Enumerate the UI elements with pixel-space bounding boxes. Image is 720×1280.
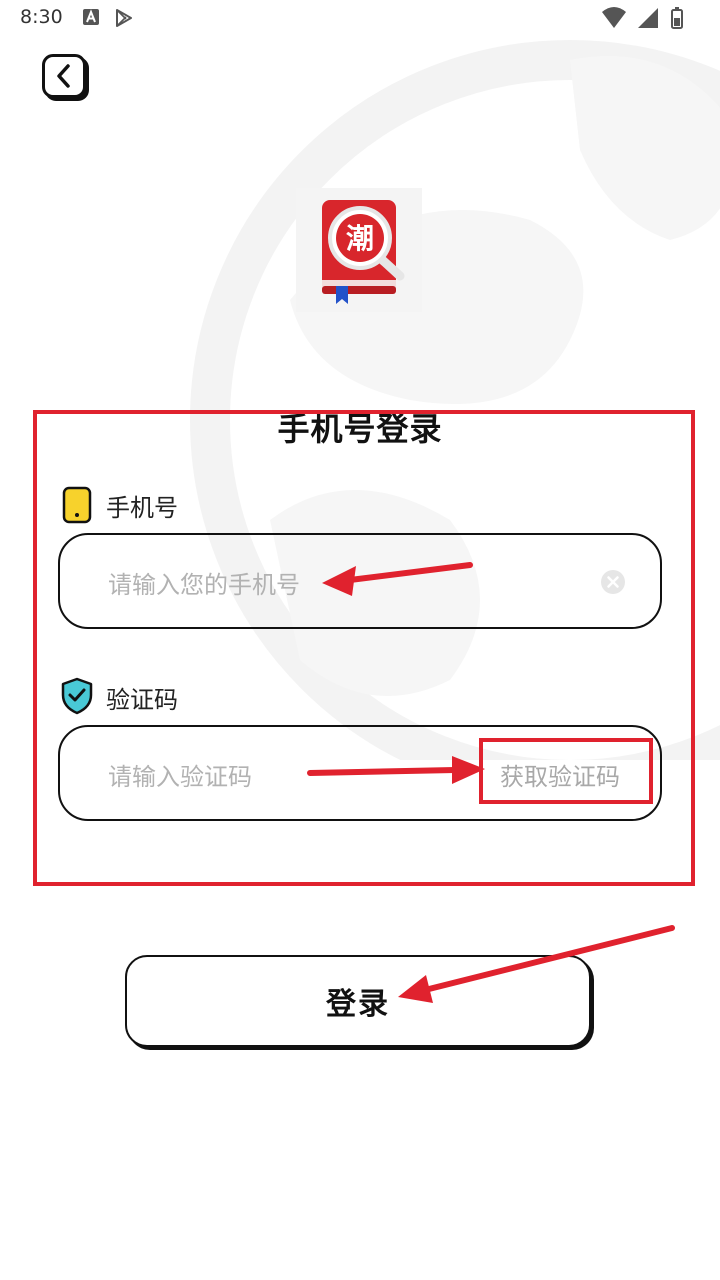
red-book-magnifier-logo: 潮 — [322, 200, 405, 304]
app-logo: 潮 — [296, 188, 422, 312]
signal-icon — [638, 8, 658, 28]
login-page: 8:30 潮 手机号登录 手机号 请输入您的手机号 验证码 请输入验证码 获取验… — [0, 0, 720, 1280]
annotation-get-code-frame — [479, 738, 653, 804]
annotation-form-frame — [33, 410, 695, 886]
logo-glyph: 潮 — [346, 222, 374, 255]
battery-icon — [671, 7, 683, 29]
back-button[interactable] — [42, 54, 86, 98]
wifi-icon — [602, 7, 626, 28]
status-time: 8:30 — [20, 6, 63, 28]
chevron-left-icon — [57, 64, 70, 88]
play-store-icon — [116, 9, 132, 27]
login-button[interactable]: 登录 — [125, 955, 591, 1047]
status-right-icons — [602, 6, 702, 34]
status-bar: 8:30 — [0, 0, 720, 36]
a-notification-icon — [83, 9, 99, 25]
